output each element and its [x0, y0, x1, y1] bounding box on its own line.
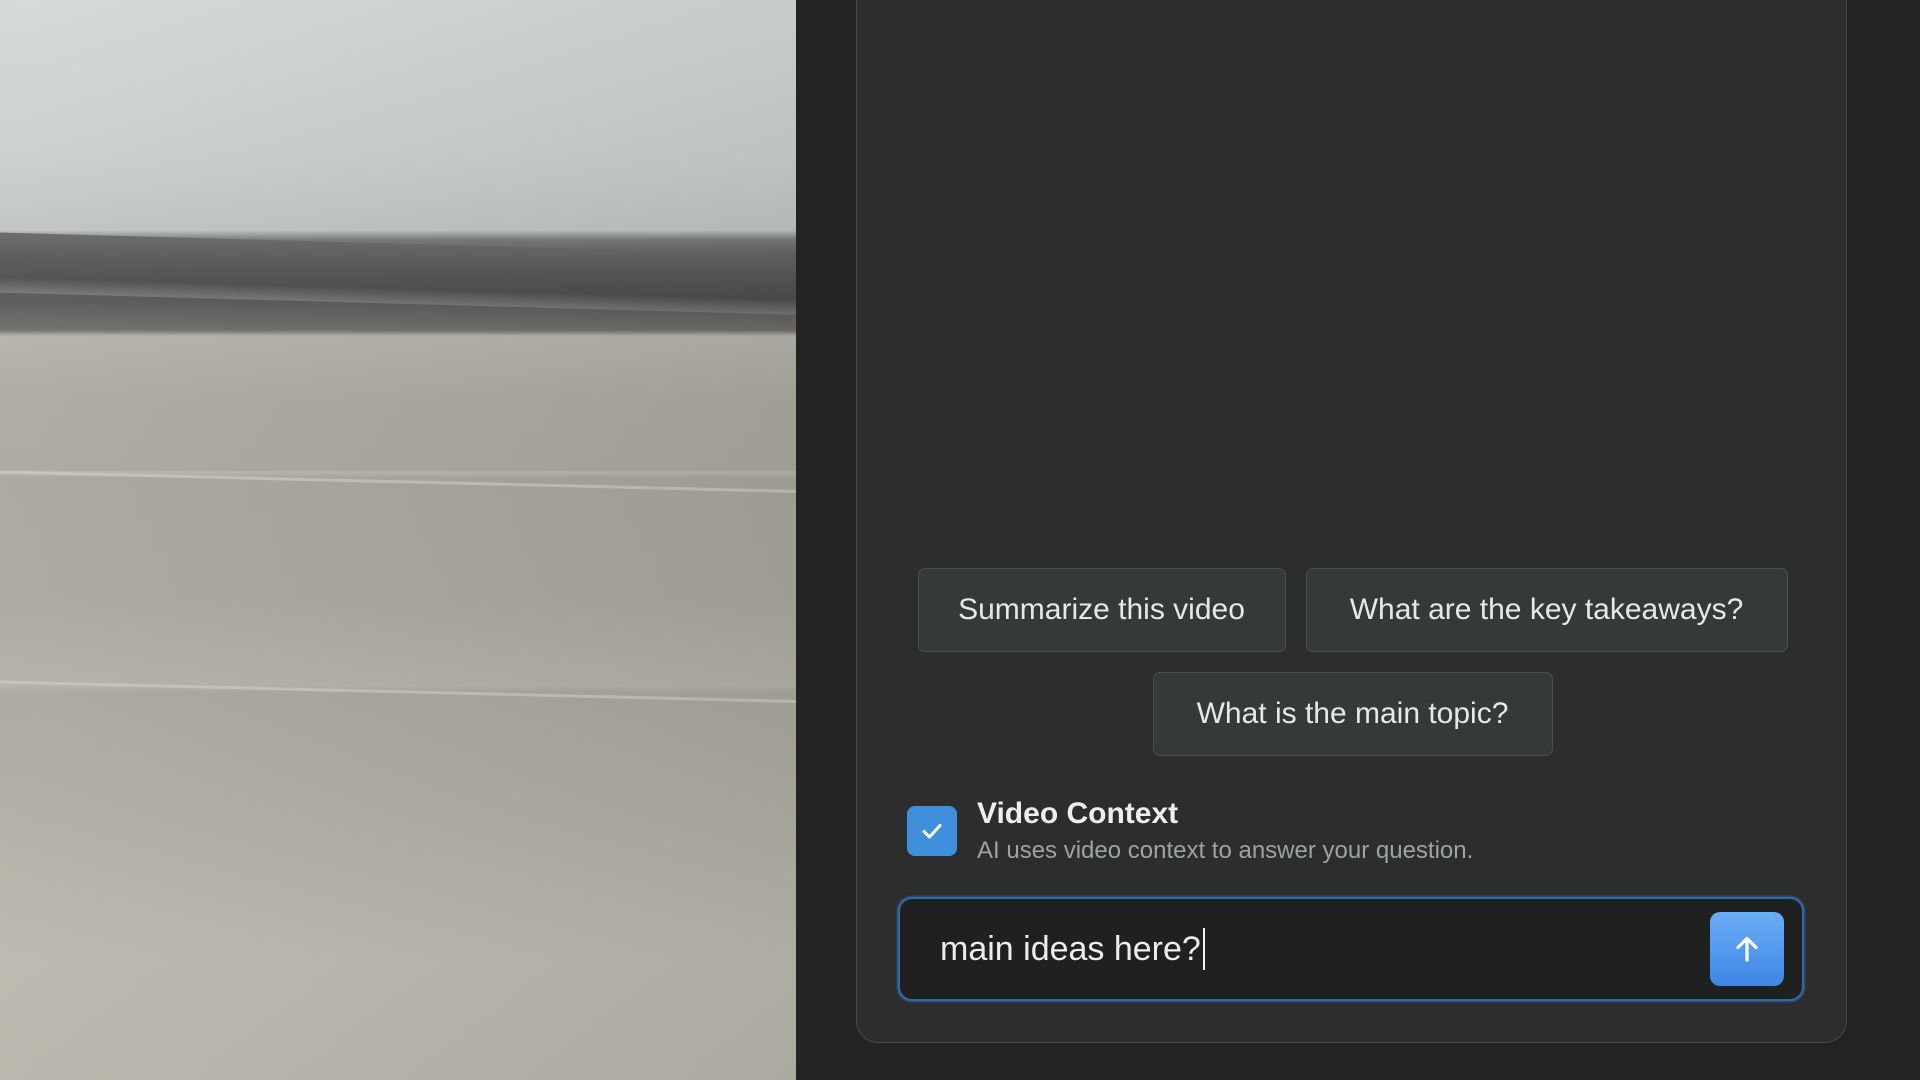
suggestion-key-takeaways-button[interactable]: What are the key takeaways? — [1305, 568, 1788, 652]
checkmark-icon — [922, 824, 942, 839]
suggestion-main-topic-button[interactable]: What is the main topic? — [1152, 672, 1553, 756]
video-context-toggle: Video Context AI uses video context to a… — [907, 796, 1473, 868]
video-context-title: Video Context — [977, 797, 1179, 830]
chat-input-value: main ideas here? — [940, 929, 1201, 968]
chat-input-box[interactable]: main ideas here? — [898, 897, 1804, 1001]
suggestion-chips: Summarize this video What are the key ta… — [857, 568, 1848, 756]
video-player[interactable] — [0, 0, 796, 1080]
send-button[interactable] — [1710, 912, 1784, 986]
chat-panel: Summarize this video What are the key ta… — [856, 0, 1847, 1043]
arrow-up-icon — [1736, 936, 1758, 962]
suggestion-summarize-button[interactable]: Summarize this video — [917, 568, 1286, 652]
video-context-description: AI uses video context to answer your que… — [977, 837, 1474, 864]
video-context-checkbox[interactable] — [907, 806, 957, 856]
chat-input[interactable]: main ideas here? — [940, 899, 1205, 999]
text-caret — [1202, 928, 1205, 970]
